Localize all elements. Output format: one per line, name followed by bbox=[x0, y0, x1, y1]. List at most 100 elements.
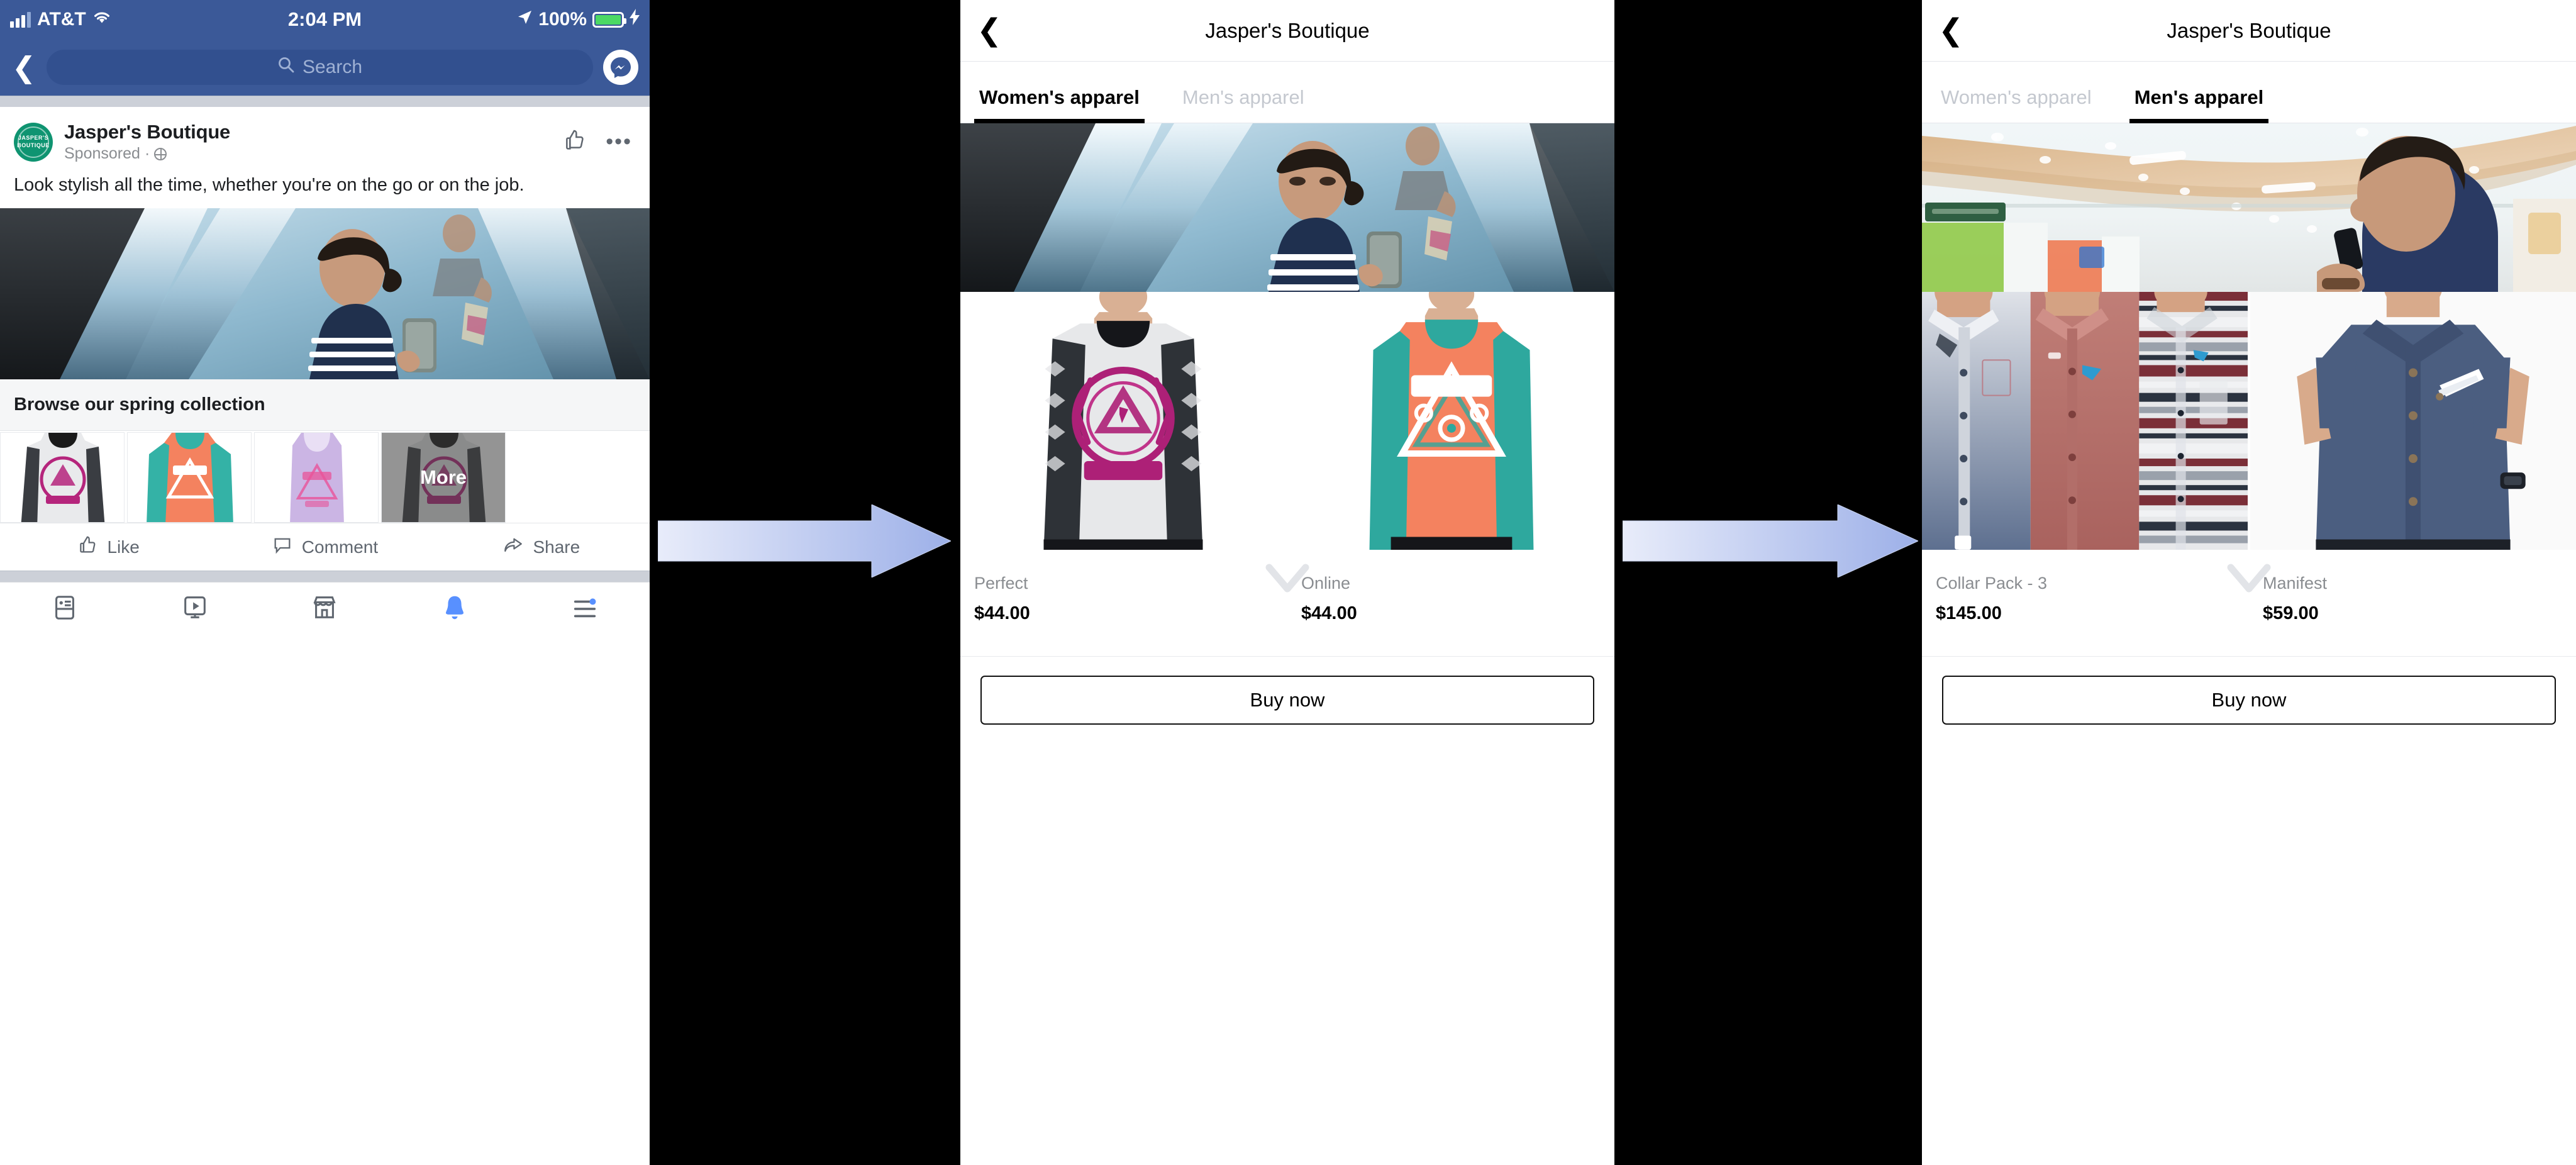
product-price: $44.00 bbox=[1301, 603, 1357, 623]
product-image-row bbox=[960, 292, 1614, 550]
chevron-down-icon[interactable] bbox=[1265, 564, 1309, 601]
post-body-text: Look stylish all the time, whether you'r… bbox=[14, 175, 525, 195]
tabbar-gap bbox=[0, 571, 650, 582]
share-button[interactable]: Share bbox=[433, 534, 650, 560]
product-meta-2: Manifest $59.00 bbox=[2249, 550, 2576, 656]
product-meta-2: Online $44.00 bbox=[1287, 550, 1614, 656]
woman-on-escalator-scene bbox=[0, 208, 650, 380]
back-button[interactable]: ❮ bbox=[11, 53, 36, 82]
post-author-block: Jasper's Boutique Sponsored · bbox=[64, 121, 550, 163]
thumbs-up-outline-icon[interactable] bbox=[562, 128, 587, 156]
tab-label: Women's apparel bbox=[979, 86, 1140, 108]
tab-womens-apparel[interactable]: Women's apparel bbox=[1941, 86, 2092, 123]
hero-image[interactable] bbox=[960, 123, 1614, 292]
hero-image[interactable] bbox=[1922, 123, 2576, 292]
sponsored-label: Sponsored bbox=[64, 145, 140, 162]
list-item[interactable] bbox=[0, 432, 125, 523]
tab-label: Men's apparel bbox=[1182, 86, 1304, 108]
comment-bubble-icon bbox=[272, 534, 293, 560]
sidebar-item-watch[interactable] bbox=[130, 593, 260, 625]
comment-label: Comment bbox=[301, 537, 379, 557]
more-label: More bbox=[419, 466, 467, 489]
collection-carousel[interactable]: More bbox=[0, 431, 650, 523]
location-arrow-icon bbox=[516, 9, 533, 30]
like-label: Like bbox=[107, 537, 140, 557]
marketplace-store-icon bbox=[310, 593, 339, 625]
sidebar-item-notifications[interactable] bbox=[390, 593, 520, 625]
tab-mens-apparel[interactable]: Men's apparel bbox=[1182, 86, 1304, 123]
post-header: JASPER'S BOUTIQUE Jasper's Boutique Spon… bbox=[0, 107, 650, 170]
product-price: $44.00 bbox=[974, 603, 1030, 623]
apparel-tabs: Women's apparel Men's apparel bbox=[1922, 62, 2576, 123]
buy-zone: Buy now bbox=[1922, 657, 2576, 725]
post-hero-image[interactable] bbox=[0, 208, 650, 380]
tab-mens-apparel[interactable]: Men's apparel bbox=[2129, 86, 2268, 123]
status-bar-right: 100% bbox=[516, 9, 640, 30]
battery-percent-label: 100% bbox=[538, 9, 587, 30]
society-coral-teal-raglan bbox=[128, 433, 251, 523]
avatar-label: JASPER'S BOUTIQUE bbox=[17, 134, 50, 148]
signal-bars-icon bbox=[10, 11, 31, 28]
facebook-top-nav: ❮ Search bbox=[0, 39, 650, 96]
post-action-bar: Like Comment Share bbox=[0, 523, 650, 571]
comment-button[interactable]: Comment bbox=[216, 534, 433, 560]
back-button[interactable]: ❮ bbox=[977, 15, 1002, 46]
product-image-2[interactable] bbox=[1286, 292, 1614, 550]
like-button[interactable]: Like bbox=[0, 534, 216, 560]
sidebar-item-menu[interactable] bbox=[519, 593, 650, 625]
man-in-mall-on-phone bbox=[1922, 123, 2576, 292]
search-input[interactable]: Search bbox=[47, 50, 593, 85]
avatar[interactable]: JASPER'S BOUTIQUE bbox=[14, 122, 53, 162]
three-collar-shirts bbox=[1922, 292, 2248, 550]
post-header-actions: ••• bbox=[562, 128, 636, 156]
product-meta-row: Perfect $44.00 Online $44.00 bbox=[960, 550, 1614, 657]
bullet-separator: · bbox=[144, 145, 150, 162]
globe-icon bbox=[154, 147, 167, 160]
share-label: Share bbox=[533, 537, 580, 557]
apparel-tabs: Women's apparel Men's apparel bbox=[960, 62, 1614, 123]
buy-zone: Buy now bbox=[960, 657, 1614, 725]
wifi-icon bbox=[92, 9, 111, 30]
buy-now-button[interactable]: Buy now bbox=[1942, 676, 2556, 725]
product-name: Perfect bbox=[974, 574, 1028, 593]
news-feed-icon bbox=[50, 593, 79, 625]
back-button[interactable]: ❮ bbox=[1938, 15, 1963, 46]
canvas-nav-bar: ❮ Jasper's Boutique bbox=[1922, 0, 2576, 62]
society-coral-teal-raglan bbox=[1289, 292, 1614, 550]
buy-now-button[interactable]: Buy now bbox=[980, 676, 1594, 725]
product-image-1[interactable] bbox=[960, 292, 1286, 550]
society-live-free-grey-top bbox=[1, 433, 124, 523]
share-arrow-icon bbox=[502, 534, 524, 560]
flow-arrow-2 bbox=[1623, 504, 1918, 577]
watch-video-icon bbox=[180, 593, 209, 625]
bottom-tab-bar bbox=[0, 582, 650, 637]
chevron-down-icon[interactable] bbox=[2227, 564, 2271, 601]
product-meta-row: Collar Pack - 3 $145.00 Manifest $59.00 bbox=[1922, 550, 2576, 657]
status-bar-left: AT&T bbox=[10, 9, 111, 30]
page-name[interactable]: Jasper's Boutique bbox=[64, 121, 550, 143]
tab-label: Men's apparel bbox=[2134, 86, 2264, 108]
phone-2-womens-apparel-canvas: ❮ Jasper's Boutique Women's apparel Men'… bbox=[960, 0, 1614, 1165]
denim-short-sleeve-shirt bbox=[2250, 292, 2576, 550]
society-lilac-tank bbox=[255, 433, 378, 523]
list-item[interactable] bbox=[127, 432, 252, 523]
tab-label: Women's apparel bbox=[1941, 86, 2092, 108]
product-image-2[interactable] bbox=[2248, 292, 2576, 550]
ellipsis-icon[interactable]: ••• bbox=[606, 131, 632, 153]
list-item[interactable] bbox=[254, 432, 379, 523]
list-item-more[interactable]: More bbox=[381, 432, 506, 523]
tab-womens-apparel[interactable]: Women's apparel bbox=[974, 86, 1145, 123]
product-price: $145.00 bbox=[1936, 603, 2002, 623]
battery-icon bbox=[592, 11, 626, 28]
product-image-1[interactable] bbox=[1922, 292, 2248, 550]
ios-status-bar: AT&T 2:04 PM 100% bbox=[0, 0, 650, 39]
sidebar-item-marketplace[interactable] bbox=[260, 593, 390, 625]
sidebar-item-news-feed[interactable] bbox=[0, 593, 130, 625]
society-grey-aztec-long-sleeve bbox=[960, 292, 1286, 550]
page-title: Jasper's Boutique bbox=[1205, 18, 1370, 42]
post-subline: Sponsored · bbox=[64, 145, 550, 163]
screenshot-stage: AT&T 2:04 PM 100% ❮ Search JASPER'S BOUT… bbox=[0, 0, 2576, 1165]
search-icon bbox=[277, 56, 295, 79]
messenger-icon[interactable] bbox=[603, 50, 638, 85]
product-meta-1: Collar Pack - 3 $145.00 bbox=[1922, 550, 2249, 656]
